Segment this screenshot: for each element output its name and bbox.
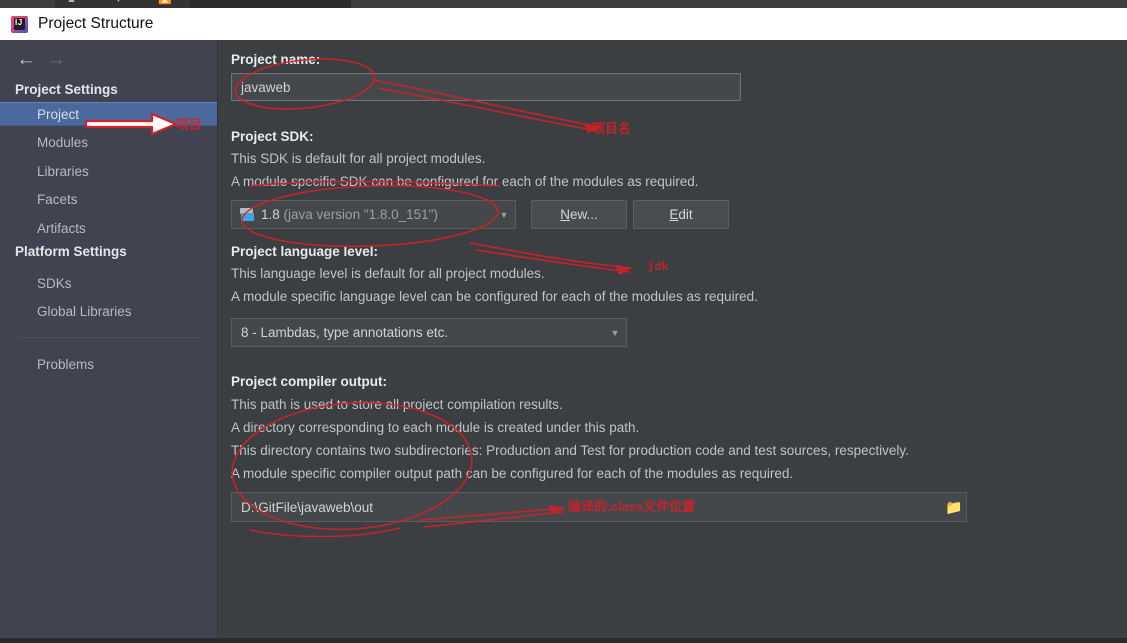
arrow-right-icon[interactable]: → <box>41 47 71 71</box>
compiler-output-desc-1: This path is used to store all project c… <box>231 397 563 412</box>
new-sdk-button-label: New... <box>560 207 598 222</box>
project-sdk-combobox[interactable]: 1.8 (java version "1.8.0_151") ▼ <box>231 200 516 229</box>
toolbar-down-icon: ▼ <box>113 0 124 5</box>
sidebar-item-global-libraries[interactable]: Global Libraries <box>0 299 217 323</box>
settings-sidebar: ← → Project Settings Project Modules Lib… <box>0 40 218 638</box>
edit-sdk-button[interactable]: Edit <box>633 200 729 229</box>
sidebar-item-label: Global Libraries <box>37 303 132 319</box>
sidebar-item-label: Artifacts <box>37 220 86 236</box>
project-settings-pane: Project name: javaweb Project SDK: This … <box>218 40 1127 638</box>
sidebar-item-label: Facets <box>37 191 78 207</box>
language-level-combobox[interactable]: 8 - Lambdas, type annotations etc. ▼ <box>231 318 627 347</box>
compiler-output-label: Project compiler output: <box>231 374 388 389</box>
edit-sdk-button-label: Edit <box>669 207 693 222</box>
sidebar-item-facets[interactable]: Facets <box>0 187 217 211</box>
sidebar-item-label: Libraries <box>37 163 89 179</box>
sidebar-heading-project-settings: Project Settings <box>15 82 118 97</box>
sidebar-item-artifacts[interactable]: Artifacts <box>0 216 217 240</box>
sidebar-item-sdks[interactable]: SDKs <box>0 271 217 295</box>
compiler-output-desc-4: A module specific compiler output path c… <box>231 466 794 481</box>
folder-browse-icon[interactable]: 📁 <box>942 499 966 516</box>
language-level-desc-2: A module specific language level can be … <box>231 289 758 304</box>
intellij-idea-icon: IJ <box>11 15 28 33</box>
project-sdk-value: 1.8 <box>261 207 280 222</box>
project-sdk-desc-1: This SDK is default for all project modu… <box>231 151 486 166</box>
sidebar-item-libraries[interactable]: Libraries <box>0 159 217 183</box>
compiler-output-desc-3: This directory contains two subdirectori… <box>231 443 909 458</box>
sidebar-item-label: Problems <box>37 356 95 372</box>
project-name-input[interactable]: javaweb <box>231 73 741 101</box>
project-sdk-desc-2: A module specific SDK can be configured … <box>231 174 699 189</box>
project-sdk-version-detail: (java version "1.8.0_151") <box>283 207 438 222</box>
language-level-desc-1: This language level is default for all p… <box>231 266 545 281</box>
compiler-output-input[interactable]: D:\GitFile\javaweb\out 📁 <box>231 492 967 522</box>
project-name-value: javaweb <box>241 79 291 95</box>
sidebar-divider <box>18 337 200 338</box>
project-name-label: Project name: <box>231 52 321 67</box>
chevron-down-icon[interactable]: ▼ <box>493 210 515 220</box>
sidebar-item-problems[interactable]: Problems <box>0 352 217 376</box>
language-level-label: Project language level: <box>231 244 379 259</box>
project-structure-dialog: ← → Project Settings Project Modules Lib… <box>0 40 1127 638</box>
sidebar-item-label: Project <box>37 106 80 122</box>
jdk-folder-icon <box>240 208 255 221</box>
arrow-left-icon[interactable]: ← <box>11 47 41 71</box>
dialog-title-bar: IJ Project Structure <box>0 8 1127 40</box>
new-sdk-button[interactable]: New... <box>531 200 627 229</box>
compiler-output-desc-2: A directory corresponding to each module… <box>231 420 640 435</box>
compiler-output-value: D:\GitFile\javaweb\out <box>241 499 374 515</box>
sidebar-item-label: Modules <box>37 134 89 150</box>
sidebar-item-label: SDKs <box>37 275 72 291</box>
toolbar-anchor-icon: ⏫ <box>158 0 172 5</box>
language-level-value: 8 - Lambdas, type annotations etc. <box>241 325 449 340</box>
sidebar-nav-row: ← → <box>0 44 71 74</box>
dialog-title: Project Structure <box>38 15 154 32</box>
toolbar-up-icon: ▲ <box>66 0 77 5</box>
project-sdk-label: Project SDK: <box>231 129 314 144</box>
sidebar-item-project[interactable]: Project <box>0 102 217 126</box>
sidebar-item-modules[interactable]: Modules <box>0 130 217 154</box>
sidebar-heading-platform-settings: Platform Settings <box>15 244 127 259</box>
chevron-down-icon[interactable]: ▼ <box>604 328 626 338</box>
